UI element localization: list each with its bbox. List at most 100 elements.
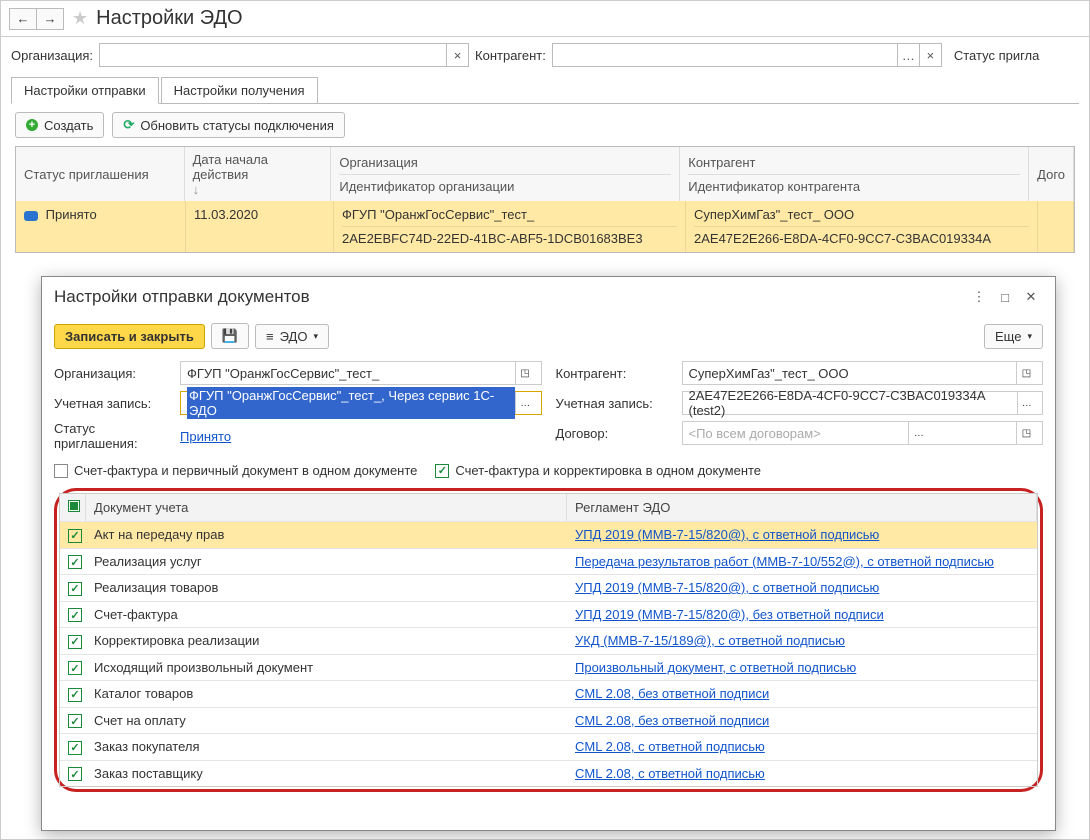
modal-menu-button[interactable]: ⋮	[967, 285, 991, 309]
doc-row[interactable]: ✓Реализация товаровУПД 2019 (ММВ-7-15/82…	[60, 574, 1037, 601]
open-icon[interactable]: ◳	[1016, 362, 1036, 384]
doc-row-checkbox[interactable]: ✓	[60, 607, 86, 623]
nav-back-button[interactable]: ←	[9, 8, 37, 30]
cp-filter-pick-button[interactable]: …	[897, 44, 919, 66]
modal-status-link[interactable]: Принято	[180, 429, 231, 444]
cp-filter-field[interactable]	[553, 44, 897, 66]
doc-row-regulation[interactable]: Передача результатов работ (ММВ-7-10/552…	[567, 554, 1037, 570]
doc-row-regulation[interactable]: УКД (ММВ-7-15/189@), с ответной подписью	[567, 633, 1037, 649]
org-filter-field[interactable]	[100, 44, 446, 66]
documents-highlight-area: Документ учета Регламент ЭДО ✓Акт на пер…	[54, 488, 1043, 792]
invoice-single-doc-checkbox[interactable]: ✓ Счет-фактура и первичный документ в од…	[54, 463, 417, 478]
doc-row-regulation[interactable]: Произвольный документ, с ответной подпис…	[567, 660, 1037, 676]
nav-forward-button[interactable]: →	[36, 8, 64, 30]
doc-row-regulation[interactable]: УПД 2019 (ММВ-7-15/820@), с ответной под…	[567, 527, 1037, 543]
cp-filter-clear-button[interactable]: ×	[919, 44, 941, 66]
doc-row[interactable]: ✓Корректировка реализацииУКД (ММВ-7-15/1…	[60, 627, 1037, 654]
doc-row-regulation[interactable]: CML 2.08, без ответной подписи	[567, 713, 1037, 729]
chevron-down-icon: ▾	[313, 331, 318, 342]
col-reg-header[interactable]: Регламент ЭДО	[567, 494, 1037, 521]
doc-row[interactable]: ✓ Заказ поставщикуCML 2.08, с ответной по…	[60, 760, 1037, 787]
pick-button[interactable]: …	[515, 392, 534, 414]
documents-grid: Документ учета Регламент ЭДО ✓Акт на пер…	[59, 493, 1038, 787]
doc-row-checkbox[interactable]: ✓	[60, 527, 86, 543]
open-icon[interactable]: ◳	[1016, 422, 1036, 444]
col-cp-header[interactable]: Контрагент Идентификатор контрагента	[680, 147, 1029, 201]
checkbox-icon: ✓	[68, 767, 82, 781]
checkbox-icon: ✓	[68, 555, 82, 569]
pick-button[interactable]: …	[908, 422, 928, 444]
doc-row-name: Акт на передачу прав	[86, 527, 567, 543]
col-org-header[interactable]: Организация Идентификатор организации	[331, 147, 680, 201]
checkbox-icon: ✓	[68, 608, 82, 622]
doc-row-name: Корректировка реализации	[86, 633, 567, 649]
more-button[interactable]: Еще ▾	[984, 324, 1043, 349]
doc-row[interactable]: ✓Счет-фактураУПД 2019 (ММВ-7-15/820@), б…	[60, 601, 1037, 628]
doc-row-checkbox[interactable]: ✓	[60, 713, 86, 729]
cell-contract	[1038, 201, 1074, 252]
doc-row-checkbox[interactable]: ✓	[60, 633, 86, 649]
modal-contract-label: Договор:	[556, 426, 676, 441]
doc-row[interactable]: ✓ Реализация услугПередача результатов ра…	[60, 548, 1037, 575]
save-and-close-button[interactable]: Записать и закрыть	[54, 324, 205, 349]
main-grid: Статус приглашения Дата начала действия↓…	[15, 146, 1075, 253]
tabs: Настройки отправки Настройки получения	[1, 77, 1089, 104]
doc-row-checkbox[interactable]: ✓	[60, 554, 86, 570]
doc-row[interactable]: ✓Заказ покупателяCML 2.08, с ответной по…	[60, 733, 1037, 760]
modal-acct2-field[interactable]: 2AE47E2E266-E8DA-4CF0-9CC7-C3BAC019334A …	[682, 391, 1044, 415]
header-checkbox-icon	[68, 500, 80, 512]
title-bar: ← → ★ Настройки ЭДО	[1, 1, 1089, 37]
cell-status: Принято	[16, 201, 186, 252]
status-tag-icon	[24, 211, 38, 221]
cell-org: ФГУП "ОранжГосСервис"_тест_ 2AE2EBFC74D-…	[334, 201, 686, 252]
modal-cp-field[interactable]: СуперХимГаз"_тест_ ООО◳	[682, 361, 1044, 385]
doc-row[interactable]: ✓Акт на передачу правУПД 2019 (ММВ-7-15/…	[60, 521, 1037, 548]
modal-close-button[interactable]: ✕	[1019, 285, 1043, 309]
cp-filter-input[interactable]: … ×	[552, 43, 942, 67]
doc-row[interactable]: ✓Каталог товаровCML 2.08, без ответной п…	[60, 680, 1037, 707]
doc-row-name: Заказ поставщику	[86, 766, 567, 782]
grid-row[interactable]: Принято 11.03.2020 ФГУП "ОранжГосСервис"…	[16, 201, 1074, 252]
doc-row-regulation[interactable]: УПД 2019 (ММВ-7-15/820@), с ответной под…	[567, 580, 1037, 596]
invoice-correction-single-doc-checkbox[interactable]: ✓ Счет-фактура и корректировка в одном д…	[435, 463, 761, 478]
modal-acct-field[interactable]: ФГУП "ОранжГосСервис"_тест_, Через серви…	[180, 391, 542, 415]
send-settings-modal: Настройки отправки документов ⋮ □ ✕ Запи…	[41, 276, 1056, 831]
doc-row-checkbox[interactable]: ✓	[60, 766, 86, 782]
modal-contract-field[interactable]: <По всем договорам> … ◳	[682, 421, 1044, 445]
col-date-header[interactable]: Дата начала действия↓	[185, 147, 332, 201]
doc-row-checkbox[interactable]: ✓	[60, 660, 86, 676]
checkbox-icon: ✓	[68, 582, 82, 596]
open-icon[interactable]: ◳	[515, 362, 535, 384]
col-contract-header[interactable]: Дого	[1029, 147, 1074, 201]
doc-row-regulation[interactable]: CML 2.08, с ответной подписью	[567, 766, 1037, 782]
doc-row-checkbox[interactable]: ✓	[60, 580, 86, 596]
doc-row-name: Счет на оплату	[86, 713, 567, 729]
refresh-status-button[interactable]: ⟳ Обновить статусы подключения	[112, 112, 344, 138]
doc-row-checkbox[interactable]: ✓	[60, 739, 86, 755]
pick-button[interactable]: …	[1017, 392, 1037, 414]
org-filter-clear-button[interactable]: ×	[446, 44, 468, 66]
doc-row-checkbox[interactable]: ✓	[60, 686, 86, 702]
doc-row[interactable]: ✓Исходящий произвольный документПроизвол…	[60, 654, 1037, 681]
col-status-header[interactable]: Статус приглашения	[16, 147, 185, 201]
doc-row[interactable]: ✓Счет на оплатуCML 2.08, без ответной по…	[60, 707, 1037, 734]
doc-row-regulation[interactable]: CML 2.08, без ответной подписи	[567, 686, 1037, 702]
tab-send[interactable]: Настройки отправки	[11, 77, 159, 104]
save-button[interactable]: 💾	[211, 323, 249, 349]
modal-org-field[interactable]: ФГУП "ОранжГосСервис"_тест_◳	[180, 361, 542, 385]
org-filter-input[interactable]: ×	[99, 43, 469, 67]
edo-icon: ≡	[266, 329, 274, 344]
doc-row-regulation[interactable]: УПД 2019 (ММВ-7-15/820@), без ответной п…	[567, 607, 1037, 623]
doc-row-name: Реализация услуг	[86, 554, 567, 570]
doc-row-regulation[interactable]: CML 2.08, с ответной подписью	[567, 739, 1037, 755]
star-icon[interactable]: ★	[72, 8, 88, 29]
tab-receive[interactable]: Настройки получения	[161, 77, 318, 104]
col-doc-header[interactable]: Документ учета	[86, 494, 567, 521]
doc-row-name: Каталог товаров	[86, 686, 567, 702]
edo-button[interactable]: ≡ ЭДО ▾	[255, 324, 329, 349]
modal-maximize-button[interactable]: □	[993, 285, 1017, 309]
cell-cp: СуперХимГаз"_тест_ ООО 2AE47E2E266-E8DA-…	[686, 201, 1038, 252]
modal-acct-label: Учетная запись:	[54, 396, 174, 411]
col-check-header[interactable]	[60, 494, 86, 521]
create-button[interactable]: + Создать	[15, 112, 104, 138]
